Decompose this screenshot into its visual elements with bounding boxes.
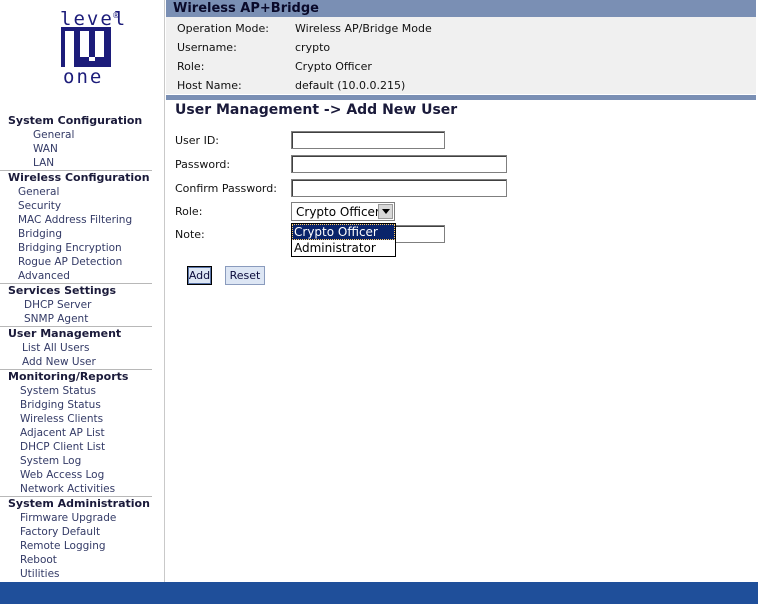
sidebar-item-wan[interactable]: WAN: [0, 142, 152, 156]
sidebar: level ® one System Configuration General W…: [0, 0, 165, 582]
host-name-value: default (10.0.0.215): [295, 79, 406, 92]
sidebar-item-lan[interactable]: LAN: [0, 156, 152, 170]
password-label: Password:: [175, 158, 231, 171]
confirm-password-input[interactable]: [291, 179, 507, 197]
sidebar-item-advanced[interactable]: Advanced: [0, 269, 152, 283]
sidebar-item-general[interactable]: General: [0, 185, 152, 199]
sidebar-item-dhcp-server[interactable]: DHCP Server: [0, 298, 152, 312]
sidebar-item-general[interactable]: General: [0, 128, 152, 142]
app-title: Wireless AP+Bridge: [173, 1, 319, 16]
username-value: crypto: [295, 41, 331, 54]
sidebar-section-wireless-configuration: Wireless Configuration: [0, 170, 152, 185]
sidebar-section-user-management: User Management: [0, 326, 152, 341]
sidebar-item-firmware-upgrade[interactable]: Firmware Upgrade: [0, 511, 152, 525]
sidebar-item-wireless-clients[interactable]: Wireless Clients: [0, 412, 152, 426]
sidebar-item-utilities[interactable]: Utilities: [0, 567, 152, 581]
sidebar-section-services-settings: Services Settings: [0, 283, 152, 298]
page-title: User Management -> Add New User: [175, 102, 458, 118]
sidebar-menu: System Configuration General WAN LAN Wireles…: [0, 114, 152, 581]
status-info-panel: Operation Mode: Wireless AP/Bridge Mode …: [166, 17, 756, 94]
username-label: Username:: [177, 41, 237, 54]
role-info-value: Crypto Officer: [295, 60, 372, 73]
sidebar-item-system-status[interactable]: System Status: [0, 384, 152, 398]
reset-button[interactable]: Reset: [225, 266, 265, 285]
sidebar-item-snmp-agent[interactable]: SNMP Agent: [0, 312, 152, 326]
add-button[interactable]: Add: [187, 266, 212, 285]
footer-bar: [0, 582, 758, 604]
levelone-logo: level ® one: [58, 10, 125, 90]
sidebar-item-bridging-status[interactable]: Bridging Status: [0, 398, 152, 412]
sidebar-item-add-new-user[interactable]: Add New User: [0, 355, 152, 369]
header-divider: [166, 95, 756, 100]
sidebar-item-bridging[interactable]: Bridging: [0, 227, 152, 241]
operation-mode-value: Wireless AP/Bridge Mode: [295, 22, 432, 35]
sidebar-item-bridging-encryption[interactable]: Bridging Encryption: [0, 241, 152, 255]
role-label: Role:: [175, 205, 203, 218]
sidebar-item-remote-logging[interactable]: Remote Logging: [0, 539, 152, 553]
sidebar-item-system-log[interactable]: System Log: [0, 454, 152, 468]
sidebar-item-factory-default[interactable]: Factory Default: [0, 525, 152, 539]
sidebar-item-web-access-log[interactable]: Web Access Log: [0, 468, 152, 482]
sidebar-item-rogue-ap-detection[interactable]: Rogue AP Detection: [0, 255, 152, 269]
sidebar-item-list-all-users[interactable]: List All Users: [0, 341, 152, 355]
logo-registered-mark: ®: [112, 11, 120, 20]
sidebar-item-network-activities[interactable]: Network Activities: [0, 482, 152, 496]
sidebar-section-monitoring-reports: Monitoring/Reports: [0, 369, 152, 384]
role-select[interactable]: Crypto Officer: [291, 202, 395, 221]
role-option-crypto-officer[interactable]: Crypto Officer: [292, 224, 395, 240]
sidebar-item-reboot[interactable]: Reboot: [0, 553, 152, 567]
logo-mark-icon: [61, 27, 111, 67]
role-dropdown-list: Crypto Officer Administrator: [291, 223, 396, 257]
sidebar-section-system-administration: System Administration: [0, 496, 152, 511]
dropdown-arrow-icon[interactable]: [378, 204, 393, 219]
password-input[interactable]: [291, 155, 507, 173]
host-name-label: Host Name:: [177, 79, 242, 92]
sidebar-item-dhcp-client-list[interactable]: DHCP Client List: [0, 440, 152, 454]
user-id-label: User ID:: [175, 134, 219, 147]
logo-text-one: one: [63, 66, 104, 88]
sidebar-item-adjacent-ap-list[interactable]: Adjacent AP List: [0, 426, 152, 440]
role-option-administrator[interactable]: Administrator: [292, 240, 395, 256]
sidebar-item-mac-address-filtering[interactable]: MAC Address Filtering: [0, 213, 152, 227]
user-id-input[interactable]: [291, 131, 445, 149]
confirm-password-label: Confirm Password:: [175, 182, 277, 195]
role-info-label: Role:: [177, 60, 205, 73]
role-select-value: Crypto Officer: [296, 205, 380, 219]
operation-mode-label: Operation Mode:: [177, 22, 269, 35]
sidebar-section-system-configuration: System Configuration: [8, 114, 143, 127]
note-label: Note:: [175, 228, 205, 241]
sidebar-item-security[interactable]: Security: [0, 199, 152, 213]
